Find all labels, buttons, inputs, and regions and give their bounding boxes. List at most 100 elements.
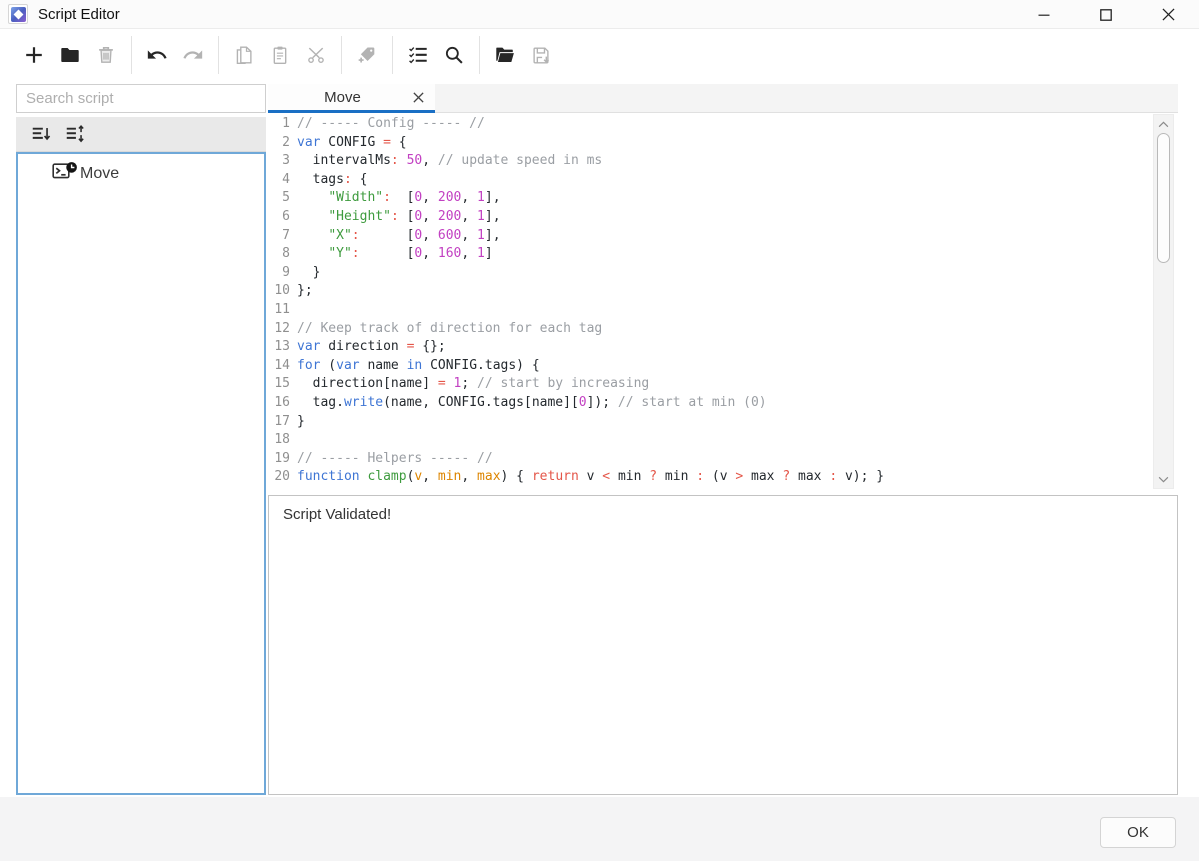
reorder-scripts-button[interactable] [58,119,92,149]
undo-button[interactable] [139,36,175,74]
line-content: intervalMs: 50, // update speed in ms [290,152,602,171]
group-scripts-button[interactable] [52,36,88,74]
code-line[interactable]: 1// ----- Config ----- // [268,115,1178,134]
save-icon [530,44,552,66]
line-content [290,301,297,320]
scrollbar-thumb[interactable] [1157,133,1170,263]
line-number: 17 [268,413,290,432]
add-script-button[interactable] [16,36,52,74]
code-editor[interactable]: 1// ----- Config ----- //2var CONFIG = {… [268,113,1178,490]
tag-plus-icon [356,44,378,66]
sort-down-icon [30,123,52,145]
export-script-button[interactable] [523,36,559,74]
script-list[interactable]: Move [16,152,266,795]
script-item-move[interactable]: Move [18,154,264,194]
minimize-button[interactable] [1013,0,1075,29]
script-scheduled-icon [52,160,79,188]
cut-button[interactable] [298,36,334,74]
redo-button[interactable] [175,36,211,74]
line-number: 13 [268,338,290,357]
line-number: 19 [268,450,290,469]
code-line[interactable]: 4 tags: { [268,171,1178,190]
window-controls [1013,0,1199,29]
script-item-label: Move [80,165,119,183]
code-line[interactable]: 11 [268,301,1178,320]
code-line[interactable]: 20function clamp(v, min, max) { return v… [268,468,1178,487]
import-script-button[interactable] [487,36,523,74]
line-content: direction[name] = 1; // start by increas… [290,375,649,394]
titlebar: Script Editor [0,0,1199,29]
line-number: 6 [268,208,290,227]
search-icon [443,44,465,66]
tab-close-button[interactable] [401,84,435,110]
search-input[interactable] [16,84,266,113]
maximize-icon [1099,8,1113,22]
chevron-down-icon [1158,476,1169,483]
app-logo-icon [8,4,28,24]
line-number: 3 [268,152,290,171]
line-number: 16 [268,394,290,413]
line-content: "Width": [0, 200, 1], [290,189,501,208]
code-line[interactable]: 17} [268,413,1178,432]
plus-icon [23,44,45,66]
footer: OK [0,797,1199,861]
code-line[interactable]: 9 } [268,264,1178,283]
line-content: tags: { [290,171,367,190]
find-button[interactable] [436,36,472,74]
code-line[interactable]: 12// Keep track of direction for each ta… [268,320,1178,339]
code-line[interactable]: 19// ----- Helpers ----- // [268,450,1178,469]
close-icon [412,91,425,104]
delete-script-button[interactable] [88,36,124,74]
checklist-icon [407,44,429,66]
code-line[interactable]: 6 "Height": [0, 200, 1], [268,208,1178,227]
line-number: 9 [268,264,290,283]
line-content: function clamp(v, min, max) { return v <… [290,468,884,487]
ok-button[interactable]: OK [1100,817,1176,848]
line-content: // ----- Config ----- // [290,115,485,134]
code-line[interactable]: 3 intervalMs: 50, // update speed in ms [268,152,1178,171]
line-number: 10 [268,282,290,301]
paste-icon [269,44,291,66]
line-content: tag.write(name, CONFIG.tags[name][0]); /… [290,394,767,413]
close-icon [1161,7,1176,22]
code-line[interactable]: 7 "X": [0, 600, 1], [268,227,1178,246]
code-line[interactable]: 10}; [268,282,1178,301]
code-line[interactable]: 16 tag.write(name, CONFIG.tags[name][0])… [268,394,1178,413]
tab-move[interactable]: Move [268,84,435,113]
code-line[interactable]: 18 [268,431,1178,450]
scroll-up-button[interactable] [1154,117,1173,131]
validation-message: Script Validated! [283,506,1163,523]
code-line[interactable]: 14for (var name in CONFIG.tags) { [268,357,1178,376]
close-window-button[interactable] [1137,0,1199,29]
toolbar-separator [218,36,219,74]
toolbar-separator [479,36,480,74]
sort-scripts-button[interactable] [24,119,58,149]
line-number: 7 [268,227,290,246]
add-tag-button[interactable] [349,36,385,74]
line-content: for (var name in CONFIG.tags) { [290,357,540,376]
copy-icon [233,44,255,66]
editor-scrollbar[interactable] [1153,114,1174,489]
scroll-down-button[interactable] [1154,472,1173,486]
code-line[interactable]: 5 "Width": [0, 200, 1], [268,189,1178,208]
window-title: Script Editor [38,6,120,23]
maximize-button[interactable] [1075,0,1137,29]
line-number: 14 [268,357,290,376]
code-line[interactable]: 2var CONFIG = { [268,134,1178,153]
script-editor-window: Script Editor Move Move 1// ----- Confi [0,0,1199,861]
line-content: // ----- Helpers ----- // [290,450,493,469]
folder-icon [59,44,81,66]
toolbar-separator [341,36,342,74]
line-content: var CONFIG = { [290,134,407,153]
line-content: // Keep track of direction for each tag [290,320,602,339]
script-list-button[interactable] [400,36,436,74]
code-line[interactable]: 15 direction[name] = 1; // start by incr… [268,375,1178,394]
paste-button[interactable] [262,36,298,74]
folder-open-icon [494,44,516,66]
code-line[interactable]: 8 "Y": [0, 160, 1] [268,245,1178,264]
toolbar-separator [131,36,132,74]
sort-updown-icon [64,123,86,145]
line-content: "Height": [0, 200, 1], [290,208,501,227]
copy-button[interactable] [226,36,262,74]
code-line[interactable]: 13var direction = {}; [268,338,1178,357]
